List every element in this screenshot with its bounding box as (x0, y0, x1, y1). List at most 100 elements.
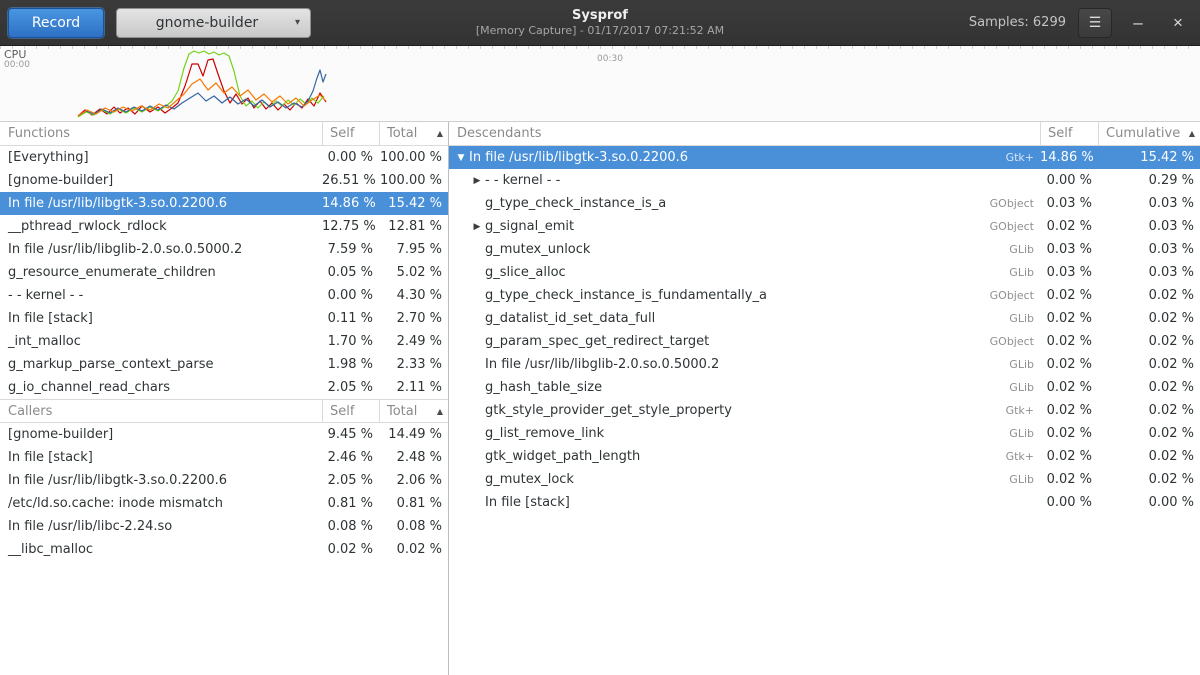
functions-row[interactable]: g_markup_parse_context_parse1.98 %2.33 % (0, 353, 448, 376)
descendants-function-name: In file /usr/lib/libgtk-3.so.0.2200.6 (469, 150, 688, 165)
callers-self-value: 0.81 % (322, 496, 379, 511)
callers-row[interactable]: In file [stack]2.46 %2.48 % (0, 446, 448, 469)
descendants-row[interactable]: g_type_check_instance_is_aGObject0.03 %0… (449, 192, 1200, 215)
callers-name: In file [stack] (0, 450, 322, 465)
descendants-row[interactable]: ▼In file /usr/lib/libgtk-3.so.0.2200.6Gt… (449, 146, 1200, 169)
descendants-self-value: 0.02 % (1040, 449, 1098, 464)
right-panel: Descendants Self Cumulative ▲ ▼In file /… (449, 122, 1200, 675)
callers-total-column-header[interactable]: Total ▲ (379, 400, 448, 422)
descendants-self-column-header[interactable]: Self (1040, 122, 1098, 145)
callers-name: __libc_malloc (0, 542, 322, 557)
library-category-label: GObject (990, 289, 1040, 302)
callers-row[interactable]: /etc/ld.so.cache: inode mismatch0.81 %0.… (0, 492, 448, 515)
descendants-row[interactable]: g_list_remove_linkGLib0.02 %0.02 % (449, 422, 1200, 445)
descendants-self-value: 0.00 % (1040, 495, 1098, 510)
functions-total-value: 7.95 % (379, 242, 448, 257)
callers-name: [gnome-builder] (0, 427, 322, 442)
descendants-row[interactable]: In file [stack]0.00 %0.00 % (449, 491, 1200, 514)
sort-indicator-icon: ▲ (437, 129, 443, 138)
descendants-function-name: g_type_check_instance_is_fundamentally_a (485, 288, 767, 303)
descendants-self-value: 0.02 % (1040, 334, 1098, 349)
descendants-self-value: 0.02 % (1040, 472, 1098, 487)
descendants-row[interactable]: In file /usr/lib/libglib-2.0.so.0.5000.2… (449, 353, 1200, 376)
functions-row[interactable]: In file [stack]0.11 %2.70 % (0, 307, 448, 330)
descendants-self-value: 0.02 % (1040, 380, 1098, 395)
callers-row[interactable]: [gnome-builder]9.45 %14.49 % (0, 423, 448, 446)
functions-row[interactable]: [gnome-builder]26.51 %100.00 % (0, 169, 448, 192)
descendants-row[interactable]: g_hash_table_sizeGLib0.02 %0.02 % (449, 376, 1200, 399)
descendants-cumulative-value: 0.29 % (1098, 173, 1200, 188)
descendants-cumulative-value: 0.02 % (1098, 449, 1200, 464)
descendants-row[interactable]: g_mutex_lockGLib0.02 %0.02 % (449, 468, 1200, 491)
left-panel: Functions Self Total ▲ [Everything]0.00 … (0, 122, 449, 675)
callers-self-value: 2.46 % (322, 450, 379, 465)
descendants-name-cell: g_datalist_id_set_data_fullGLib (449, 311, 1040, 326)
functions-row[interactable]: In file /usr/lib/libgtk-3.so.0.2200.614.… (0, 192, 448, 215)
descendants-cumulative-value: 0.02 % (1098, 288, 1200, 303)
callers-column-header[interactable]: Callers (0, 400, 322, 422)
menu-button[interactable]: ☰ (1078, 8, 1112, 38)
close-button[interactable]: × (1164, 8, 1192, 38)
process-selector-label: gnome-builder (127, 15, 287, 31)
descendants-function-name: g_mutex_lock (485, 472, 574, 487)
expander-collapsed-icon[interactable]: ▶ (469, 222, 485, 232)
functions-row[interactable]: __pthread_rwlock_rdlock12.75 %12.81 % (0, 215, 448, 238)
descendants-name-cell: g_param_spec_get_redirect_targetGObject (449, 334, 1040, 349)
sort-indicator-icon: ▲ (1189, 129, 1195, 138)
descendants-cumulative-value: 0.00 % (1098, 495, 1200, 510)
descendants-cumulative-value: 0.02 % (1098, 403, 1200, 418)
callers-row[interactable]: In file /usr/lib/libc-2.24.so0.08 %0.08 … (0, 515, 448, 538)
expander-expanded-icon[interactable]: ▼ (453, 153, 469, 163)
functions-column-header[interactable]: Functions (0, 122, 322, 145)
descendants-self-value: 0.02 % (1040, 403, 1098, 418)
descendants-self-value: 0.02 % (1040, 426, 1098, 441)
callers-self-column-header[interactable]: Self (322, 400, 379, 422)
descendants-name-cell: g_mutex_lockGLib (449, 472, 1040, 487)
functions-name: g_resource_enumerate_children (0, 265, 322, 280)
record-button[interactable]: Record (8, 8, 104, 38)
functions-row[interactable]: In file /usr/lib/libglib-2.0.so.0.5000.2… (0, 238, 448, 261)
callers-total-value: 2.06 % (379, 473, 448, 488)
functions-row[interactable]: [Everything]0.00 %100.00 % (0, 146, 448, 169)
library-category-label: GObject (990, 335, 1040, 348)
functions-row[interactable]: _int_malloc1.70 %2.49 % (0, 330, 448, 353)
descendants-function-name: g_hash_table_size (485, 380, 602, 395)
descendants-column-header[interactable]: Descendants (449, 122, 1040, 145)
descendants-function-name: g_mutex_unlock (485, 242, 590, 257)
callers-row[interactable]: In file /usr/lib/libgtk-3.so.0.2200.62.0… (0, 469, 448, 492)
descendants-row[interactable]: g_mutex_unlockGLib0.03 %0.03 % (449, 238, 1200, 261)
descendants-cumulative-value: 0.02 % (1098, 426, 1200, 441)
descendants-cumulative-column-header[interactable]: Cumulative ▲ (1098, 122, 1200, 145)
descendants-row[interactable]: gtk_style_provider_get_style_propertyGtk… (449, 399, 1200, 422)
descendants-row[interactable]: g_param_spec_get_redirect_targetGObject0… (449, 330, 1200, 353)
functions-total-column-header[interactable]: Total ▲ (379, 122, 448, 145)
descendants-row[interactable]: g_slice_allocGLib0.03 %0.03 % (449, 261, 1200, 284)
callers-name: In file /usr/lib/libc-2.24.so (0, 519, 322, 534)
callers-row[interactable]: __libc_malloc0.02 %0.02 % (0, 538, 448, 561)
library-category-label: GLib (1009, 381, 1040, 394)
functions-row[interactable]: g_resource_enumerate_children0.05 %5.02 … (0, 261, 448, 284)
library-category-label: Gtk+ (1006, 450, 1040, 463)
process-selector-dropdown[interactable]: gnome-builder ▾ (116, 8, 311, 38)
functions-total-label: Total (387, 126, 417, 141)
functions-self-value: 14.86 % (322, 196, 379, 211)
functions-self-column-header[interactable]: Self (322, 122, 379, 145)
descendants-row[interactable]: g_datalist_id_set_data_fullGLib0.02 %0.0… (449, 307, 1200, 330)
window-title: Sysprof (572, 8, 628, 24)
time-mid-label: 00:30 (597, 54, 623, 64)
callers-header: Callers Self Total ▲ (0, 399, 448, 423)
functions-row[interactable]: - - kernel - -0.00 %4.30 % (0, 284, 448, 307)
functions-self-value: 0.05 % (322, 265, 379, 280)
descendants-name-cell: gtk_widget_path_lengthGtk+ (449, 449, 1040, 464)
functions-row[interactable]: g_io_channel_read_chars2.05 %2.11 % (0, 376, 448, 399)
descendants-row[interactable]: ▶- - kernel - -0.00 %0.29 % (449, 169, 1200, 192)
descendants-row[interactable]: ▶g_signal_emitGObject0.02 %0.03 % (449, 215, 1200, 238)
cpu-graph[interactable]: CPU 00:00 00:30 (0, 46, 1200, 122)
descendants-row[interactable]: g_type_check_instance_is_fundamentally_a… (449, 284, 1200, 307)
descendants-row[interactable]: gtk_widget_path_lengthGtk+0.02 %0.02 % (449, 445, 1200, 468)
descendants-name-cell: g_type_check_instance_is_fundamentally_a… (449, 288, 1040, 303)
descendants-name-cell: In file /usr/lib/libglib-2.0.so.0.5000.2… (449, 357, 1040, 372)
minimize-button[interactable]: – (1124, 8, 1152, 38)
expander-collapsed-icon[interactable]: ▶ (469, 176, 485, 186)
descendants-function-name: g_datalist_id_set_data_full (485, 311, 655, 326)
